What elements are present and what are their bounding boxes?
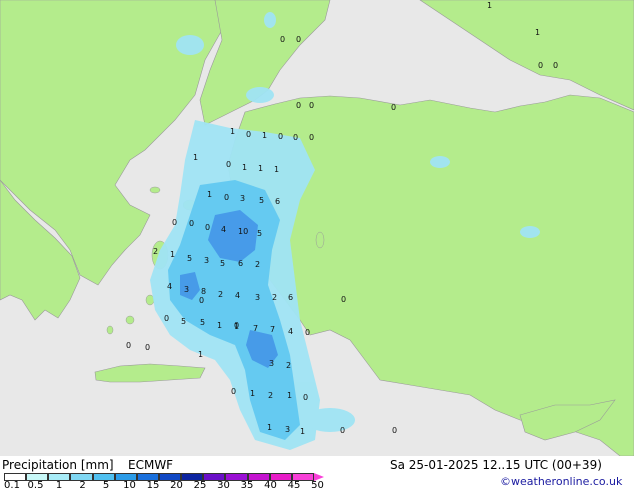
precip-value-label: 0 — [224, 193, 229, 202]
precip-value-label: 1 — [170, 250, 175, 259]
precip-value-label: 6 — [275, 197, 280, 206]
precip-value-label: 1 — [535, 28, 540, 37]
precip-value-label: 3 — [184, 285, 189, 294]
legend-tick-label: 30 — [217, 480, 230, 491]
valid-time: Sa 25-01-2025 12..15 UTC (00+39) — [390, 458, 602, 472]
precip-value-label: 0 — [205, 223, 210, 232]
legend-tick-label: 1 — [55, 480, 63, 491]
precip-value-label: 0 — [538, 61, 543, 70]
precip-value-label: 0 — [296, 35, 301, 44]
precip-value-label: 0 — [309, 101, 314, 110]
precip-value-label: 7 — [270, 325, 275, 334]
precip-value-label: 1 — [207, 190, 212, 199]
legend-tick-label: 25 — [193, 480, 207, 491]
map-title: Precipitation [mm] — [2, 458, 114, 472]
precip-value-label: 0 — [226, 160, 231, 169]
legend-tick-label: 0.5 — [27, 480, 44, 491]
precip-value-label: 0 — [296, 101, 301, 110]
legend-tick-label: 50 — [311, 480, 324, 491]
precip-value-label: 0 — [278, 132, 283, 141]
precip-value-label: 1 — [287, 391, 292, 400]
precip-value-label: 1 — [300, 427, 305, 436]
legend-tick-label: 5 — [102, 480, 110, 491]
precip-value-label: 2 — [255, 260, 260, 269]
precip-value-label: 0 — [145, 343, 150, 352]
precip-value-label: 1 — [230, 127, 235, 136]
precip-value-label: 0 — [246, 130, 251, 139]
precip-value-label: 0 — [164, 314, 169, 323]
precip-value-label: 0 — [126, 341, 131, 350]
precip-value-label: 0 — [309, 133, 314, 142]
precip-value-label: 3 — [255, 293, 260, 302]
precip-value-label: 2 — [153, 247, 158, 256]
legend-tick-label: 45 — [287, 480, 301, 491]
precip-value-label: 1 — [274, 165, 279, 174]
precip-value-label: 2 — [286, 361, 291, 370]
precip-value-label: 7 — [253, 324, 258, 333]
precip-value-label: 1 — [258, 164, 263, 173]
precip-value-label: 5 — [187, 254, 192, 263]
precip-value-label: 1 — [198, 350, 203, 359]
legend-tick-label: 35 — [240, 480, 254, 491]
precip-value-label: 0 — [280, 35, 285, 44]
precip-value-label: 0 — [391, 103, 396, 112]
precip-value-label: 2 — [268, 391, 273, 400]
precip-value-label: 0 — [553, 61, 558, 70]
precip-value-label: 1 — [217, 321, 222, 330]
legend-tick-label: 2 — [79, 480, 86, 491]
precip-value-label: 1 — [250, 389, 255, 398]
precip-value-label: 1 — [193, 153, 198, 162]
model-name: ECMWF — [128, 458, 174, 472]
precip-value-label: 0 — [305, 328, 310, 337]
precip-value-label: 6 — [238, 259, 243, 268]
precip-value-label: 2 — [218, 290, 223, 299]
map-footer: Precipitation [mm] ECMWF Sa 25-01-2025 1… — [0, 456, 634, 491]
precip-value-label: 1 — [267, 423, 272, 432]
precip-value-label: 8 — [201, 287, 206, 296]
precip-value-label: 5 — [257, 229, 262, 238]
precip-value-label: 3 — [204, 256, 209, 265]
precip-value-label: 5 — [181, 317, 186, 326]
precip-value-label: 1 — [487, 1, 492, 10]
precip-value-label: 4 — [221, 225, 226, 234]
legend-tick-label: 10 — [123, 480, 136, 491]
precip-value-label: 1 — [262, 131, 267, 140]
precip-value-label: 0 — [172, 218, 177, 227]
precip-value-label: 2 — [272, 293, 277, 302]
precip-value-label: 0 — [199, 296, 204, 305]
map-canvas: 1100 00 00 01 0 1 0 0 010 1 1 11 0 3 5 60 0 0 4 10 52 1 5 3 5 6 24… — [0, 0, 634, 457]
precip-value-label: 0 — [340, 426, 345, 435]
precip-value-label: 4 — [235, 291, 240, 300]
precip-value-label: 3 — [240, 194, 245, 203]
precip-value-label: 3 — [269, 359, 274, 368]
precip-value-label: 5 — [259, 196, 264, 205]
precip-value-label: 10 — [238, 227, 248, 236]
precip-value-label: 0 — [341, 295, 346, 304]
precip-value-label: 4 — [167, 282, 172, 291]
precip-value-label: 0 — [392, 426, 397, 435]
credit-link[interactable]: ©weatheronline.co.uk — [500, 475, 622, 488]
precip-value-label: 6 — [288, 293, 293, 302]
legend-tick-label: 15 — [146, 480, 160, 491]
legend-tick-label: 40 — [264, 480, 277, 491]
precip-value-label: 1 — [242, 163, 247, 172]
precip-value-label: 0 — [303, 393, 308, 402]
precip-value-label: 4 — [288, 327, 293, 336]
precip-value-label: 0 — [234, 321, 239, 330]
precip-value-label: 3 — [285, 425, 290, 434]
precip-value-label: 5 — [200, 318, 205, 327]
legend-tick-label: 20 — [170, 480, 183, 491]
precip-value-label: 0 — [293, 133, 298, 142]
precip-value-label: 0 — [231, 387, 236, 396]
precip-value-label: 5 — [220, 259, 225, 268]
legend-tick-label: 0.1 — [4, 480, 20, 491]
precipitation-map[interactable]: 1 1 0 0 0 0 0 0 0 1 0 1 0 0 0 1 0 1 1 1 1 0 3 5 6 0 0 0 4 10 5 2 1 5 3 5 6 2 4… — [0, 0, 634, 457]
precip-value-label: 0 — [189, 219, 194, 228]
